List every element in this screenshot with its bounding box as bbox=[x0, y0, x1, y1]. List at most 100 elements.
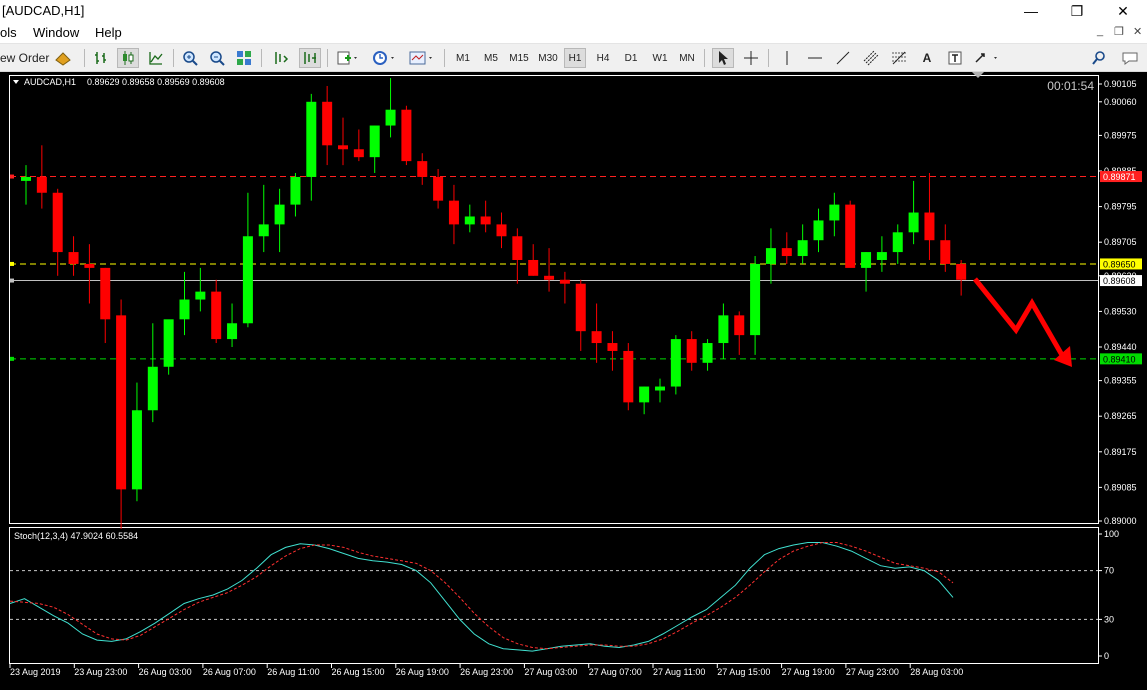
candle-body bbox=[242, 236, 253, 324]
periods-button[interactable] bbox=[369, 48, 399, 68]
chat-button[interactable] bbox=[1118, 48, 1142, 68]
timeframe-d1-button[interactable]: D1 bbox=[620, 48, 642, 68]
cursor-button[interactable] bbox=[712, 48, 734, 68]
candle-body bbox=[623, 350, 634, 403]
candlestick-button[interactable] bbox=[117, 48, 139, 68]
templates-button[interactable] bbox=[407, 48, 437, 68]
candle-body bbox=[512, 236, 523, 260]
arrows-button[interactable] bbox=[972, 48, 1002, 68]
timeframe-h1-button[interactable]: H1 bbox=[564, 48, 586, 68]
candle-body bbox=[322, 101, 333, 146]
zoom-in-button[interactable] bbox=[179, 48, 201, 68]
price-tick-label: 0.89265 bbox=[1104, 411, 1137, 421]
timeframe-m30-button[interactable]: M30 bbox=[535, 48, 561, 68]
candle-body bbox=[100, 267, 111, 320]
candle-body bbox=[211, 291, 222, 340]
crosshair-icon bbox=[744, 51, 758, 65]
candle-body bbox=[131, 410, 142, 490]
level-anchor-handle bbox=[10, 261, 14, 266]
level-anchor-handle bbox=[10, 356, 14, 361]
candle-body bbox=[861, 252, 872, 268]
time-axis-label: 27 Aug 11:00 bbox=[653, 667, 705, 677]
minimize-button[interactable]: — bbox=[1008, 0, 1054, 22]
toolbar-separator bbox=[261, 49, 262, 67]
search-icon bbox=[1092, 51, 1105, 65]
candle-body bbox=[68, 252, 79, 264]
restore-button[interactable]: ❐ bbox=[1054, 0, 1100, 22]
autotrading-icon bbox=[55, 52, 71, 66]
tile-windows-button[interactable] bbox=[233, 48, 255, 68]
trendline-icon bbox=[836, 51, 850, 65]
candle-body bbox=[353, 149, 364, 158]
toolbar-separator bbox=[84, 49, 85, 67]
price-tick-label: 0.89975 bbox=[1104, 130, 1137, 140]
price-level-label: 0.89410 bbox=[1103, 354, 1136, 364]
candle-body bbox=[290, 176, 301, 205]
mdi-minimize-button[interactable]: _ bbox=[1097, 25, 1103, 37]
menu-window[interactable]: Window bbox=[33, 25, 79, 40]
horizontal-line-icon bbox=[808, 57, 822, 59]
line-chart-button[interactable] bbox=[145, 48, 167, 68]
menu-tools[interactable]: ols bbox=[0, 25, 17, 40]
indicators-button[interactable] bbox=[334, 48, 362, 68]
zoom-out-icon bbox=[210, 51, 225, 66]
candle-body bbox=[750, 263, 761, 336]
candle-body bbox=[258, 224, 269, 237]
text-label-button[interactable] bbox=[944, 48, 966, 68]
candle-body bbox=[908, 212, 919, 233]
price-tick-label: 0.89705 bbox=[1104, 237, 1137, 247]
time-axis-label: 26 Aug 23:00 bbox=[460, 667, 513, 677]
price-tick-label: 0.89795 bbox=[1104, 202, 1137, 212]
vertical-line-button[interactable] bbox=[776, 48, 798, 68]
price-tick-label: 0.89085 bbox=[1104, 482, 1137, 492]
chat-icon bbox=[1122, 52, 1138, 65]
timeframe-h4-button[interactable]: H4 bbox=[592, 48, 614, 68]
minimize-icon: — bbox=[1024, 3, 1038, 19]
timeframe-mn-button[interactable]: MN bbox=[676, 48, 698, 68]
candle-body bbox=[591, 331, 602, 344]
time-axis-label: 27 Aug 15:00 bbox=[717, 667, 770, 677]
autoscroll-button[interactable] bbox=[299, 48, 321, 68]
restore-icon: ❐ bbox=[1070, 2, 1084, 19]
periods-clock-icon bbox=[373, 51, 394, 65]
candle-body bbox=[956, 263, 967, 280]
mdi-restore-button[interactable]: ❐ bbox=[1114, 25, 1124, 38]
candle-body bbox=[892, 232, 903, 253]
price-tick-label: 0.89175 bbox=[1104, 447, 1137, 457]
timeframe-m15-button[interactable]: M15 bbox=[506, 48, 532, 68]
chart-canvas[interactable]: 0.901050.900600.899750.898850.897950.897… bbox=[0, 72, 1147, 690]
trendline-button[interactable] bbox=[832, 48, 854, 68]
cursor-icon bbox=[719, 51, 728, 65]
chart-window[interactable]: 0.90105 0.90060 0.89975 0.89885 0.89795 0.897… bbox=[0, 72, 1147, 690]
symbol-header: AUDCAD,H1 bbox=[24, 77, 76, 87]
price-level-label: 0.89608 bbox=[1103, 276, 1136, 286]
chart-shift-button[interactable] bbox=[270, 48, 292, 68]
autotrading-button[interactable] bbox=[52, 48, 74, 68]
fibonacci-button[interactable] bbox=[888, 48, 910, 68]
new-order-button[interactable]: ew Order bbox=[0, 48, 50, 68]
menu-help[interactable]: Help bbox=[95, 25, 122, 40]
candle-body bbox=[940, 240, 951, 264]
bar-chart-button[interactable] bbox=[90, 48, 112, 68]
level-anchor-handle bbox=[10, 174, 14, 179]
text-tool-button[interactable]: A bbox=[916, 48, 938, 68]
time-axis-label: 27 Aug 03:00 bbox=[524, 667, 577, 677]
crosshair-button[interactable] bbox=[740, 48, 762, 68]
candle-body bbox=[433, 176, 444, 201]
horizontal-line-button[interactable] bbox=[804, 48, 826, 68]
search-button[interactable] bbox=[1088, 48, 1110, 68]
close-button[interactable]: ✕ bbox=[1100, 0, 1146, 22]
stochastic-tick-label: 0 bbox=[1104, 651, 1109, 661]
close-icon: ✕ bbox=[1117, 2, 1129, 19]
candle-body bbox=[813, 220, 824, 241]
candle-body bbox=[21, 176, 31, 181]
zoom-out-button[interactable] bbox=[206, 48, 228, 68]
candle-body bbox=[655, 386, 665, 391]
time-axis-label: 26 Aug 03:00 bbox=[139, 667, 192, 677]
timeframe-m1-button[interactable]: M1 bbox=[452, 48, 474, 68]
mdi-close-button[interactable]: ✕ bbox=[1133, 25, 1142, 38]
channel-button[interactable] bbox=[860, 48, 882, 68]
candle-body bbox=[829, 204, 840, 221]
timeframe-m5-button[interactable]: M5 bbox=[480, 48, 502, 68]
timeframe-w1-button[interactable]: W1 bbox=[649, 48, 671, 68]
